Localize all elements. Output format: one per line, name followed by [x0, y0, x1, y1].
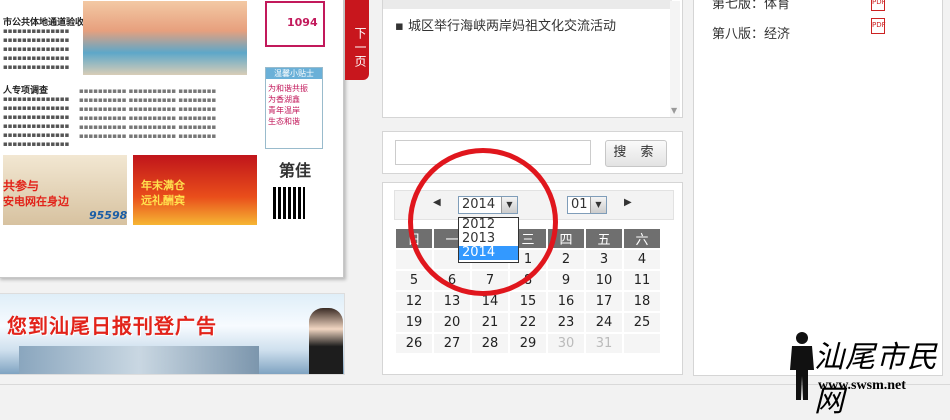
calendar-week-row: 19 20 21 22 23 24 25	[396, 313, 660, 332]
power-ad-line1: 共参与	[3, 179, 40, 193]
calendar-day[interactable]: 25	[624, 313, 660, 332]
paper-text-block: ▪▪▪▪▪▪▪▪▪▪▪▪▪▪ ▪▪▪▪▪▪▪▪▪▪▪▪▪▪ ▪▪▪▪▪▪▪▪▪▪▪▪…	[3, 27, 70, 71]
edition-link[interactable]: 第七版：体育	[712, 0, 790, 12]
year-option[interactable]: 2012	[459, 218, 518, 232]
calendar-day[interactable]: 22	[510, 313, 546, 332]
search-button[interactable]: 搜 索	[605, 140, 667, 167]
newyear-ad-line1: 年末满仓	[141, 179, 185, 192]
calendar-day[interactable]: 27	[434, 334, 470, 353]
chevron-down-icon[interactable]: ▼	[590, 197, 606, 213]
paper-text-columns: ▪▪▪▪▪▪▪▪▪▪ ▪▪▪▪▪▪▪▪▪▪ ▪▪▪▪▪▪▪▪ ▪▪▪▪▪▪▪▪▪▪…	[79, 87, 217, 140]
news-list-panel: ▪ 城区举行海峡两岸妈祖文化交流活动 ▼	[382, 0, 683, 118]
pdf-icon[interactable]: PDF	[871, 0, 886, 11]
calendar-day[interactable]: 2	[548, 250, 584, 269]
tips-box-lines: 为和谐共振 为香湖鑫 青年温岸 生态和谐	[268, 84, 308, 126]
qr-ad: 第佳	[263, 155, 323, 225]
newspaper-page-preview[interactable]: 市公共体地通道验收 ▪▪▪▪▪▪▪▪▪▪▪▪▪▪ ▪▪▪▪▪▪▪▪▪▪▪▪▪▪ ▪▪…	[0, 0, 344, 278]
calendar-day[interactable]: 9	[548, 271, 584, 290]
calendar-week-row: 26 27 28 29 30 31	[396, 334, 660, 353]
news-list-scrollbar[interactable]: ▼	[670, 1, 680, 117]
site-watermark: 汕尾市民网 www.swsm.net	[786, 330, 950, 419]
tips-box-title: 温馨小贴士	[266, 68, 322, 79]
calendar-day[interactable]: 21	[472, 313, 508, 332]
qr-code-icon	[273, 187, 305, 219]
calendar-week-row: 12 13 14 15 16 17 18	[396, 292, 660, 311]
calendar-day[interactable]: 5	[396, 271, 432, 290]
year-option-selected[interactable]: 2014	[459, 246, 518, 260]
power-ad-line2: 安电网在身边	[3, 195, 69, 208]
calendar-day[interactable]: 28	[472, 334, 508, 353]
calendar-day[interactable]: 3	[586, 250, 622, 269]
month-select[interactable]: 01 ▼	[567, 196, 607, 214]
tips-box: 温馨小贴士 为和谐共振 为香湖鑫 青年温岸 生态和谐	[265, 67, 323, 149]
newyear-ad-line2: 远礼酬宾	[141, 194, 185, 207]
calendar-day[interactable]: 12	[396, 292, 432, 311]
calendar-day[interactable]: 20	[434, 313, 470, 332]
calendar-empty-cell	[624, 334, 660, 353]
ad-banner[interactable]: 您到汕尾日报刊登广告	[0, 293, 345, 375]
paper-text-block-2: ▪▪▪▪▪▪▪▪▪▪▪▪▪▪ ▪▪▪▪▪▪▪▪▪▪▪▪▪▪ ▪▪▪▪▪▪▪▪▪▪▪▪…	[3, 95, 70, 148]
editions-panel: 第七版：体育 PDF 第八版：经济 PDF	[693, 0, 943, 376]
calendar-day[interactable]: 17	[586, 292, 622, 311]
calendar-day[interactable]: 4	[624, 250, 660, 269]
price-ad: 1094	[265, 1, 325, 47]
price-ad-value: 1094	[287, 16, 318, 29]
edition-link[interactable]: 第八版：经济	[712, 23, 790, 42]
next-page-tab[interactable]: 下一页	[345, 0, 369, 80]
scroll-down-icon[interactable]: ▼	[671, 106, 677, 115]
news-list-item[interactable]: ▪ 城区举行海峡两岸妈祖文化交流活动	[395, 15, 616, 34]
calendar-day[interactable]: 31	[586, 334, 622, 353]
calendar-day[interactable]: 13	[434, 292, 470, 311]
city-skyline	[19, 346, 259, 374]
news-list-top-strip	[383, 0, 672, 9]
calendar-day[interactable]: 10	[586, 271, 622, 290]
calendar-day[interactable]: 23	[548, 313, 584, 332]
calendar-day[interactable]: 30	[548, 334, 584, 353]
calendar-day[interactable]: 11	[624, 271, 660, 290]
newyear-ad: 年末满仓 远礼酬宾	[133, 155, 257, 225]
calendar-day[interactable]: 19	[396, 313, 432, 332]
power-ad-phone: 95598	[89, 209, 128, 222]
calendar-day[interactable]: 26	[396, 334, 432, 353]
person-silhouette-icon	[790, 332, 814, 400]
next-month-icon[interactable]: ▶	[624, 197, 632, 208]
calendar-day[interactable]: 15	[510, 292, 546, 311]
watermark-url: www.swsm.net	[818, 378, 906, 393]
calendar-day[interactable]: 16	[548, 292, 584, 311]
power-ad: 共参与 安电网在身边 95598	[3, 155, 127, 225]
watermark-title: 汕尾市民网	[814, 340, 938, 419]
calendar-day[interactable]: 18	[624, 292, 660, 311]
year-option[interactable]: 2013	[459, 232, 518, 246]
spokesperson-photo	[309, 308, 343, 374]
ad-banner-text: 您到汕尾日报刊登广告	[7, 314, 217, 338]
calendar-day[interactable]: 24	[586, 313, 622, 332]
qr-ad-badge: 第佳	[279, 161, 312, 180]
weekday-header: 六	[624, 229, 660, 248]
calendar-day[interactable]: 29	[510, 334, 546, 353]
pdf-icon[interactable]: PDF	[871, 18, 886, 34]
year-dropdown-list[interactable]: 2012 2013 2014	[458, 217, 519, 263]
weekday-header: 五	[586, 229, 622, 248]
festival-photo	[83, 1, 247, 75]
